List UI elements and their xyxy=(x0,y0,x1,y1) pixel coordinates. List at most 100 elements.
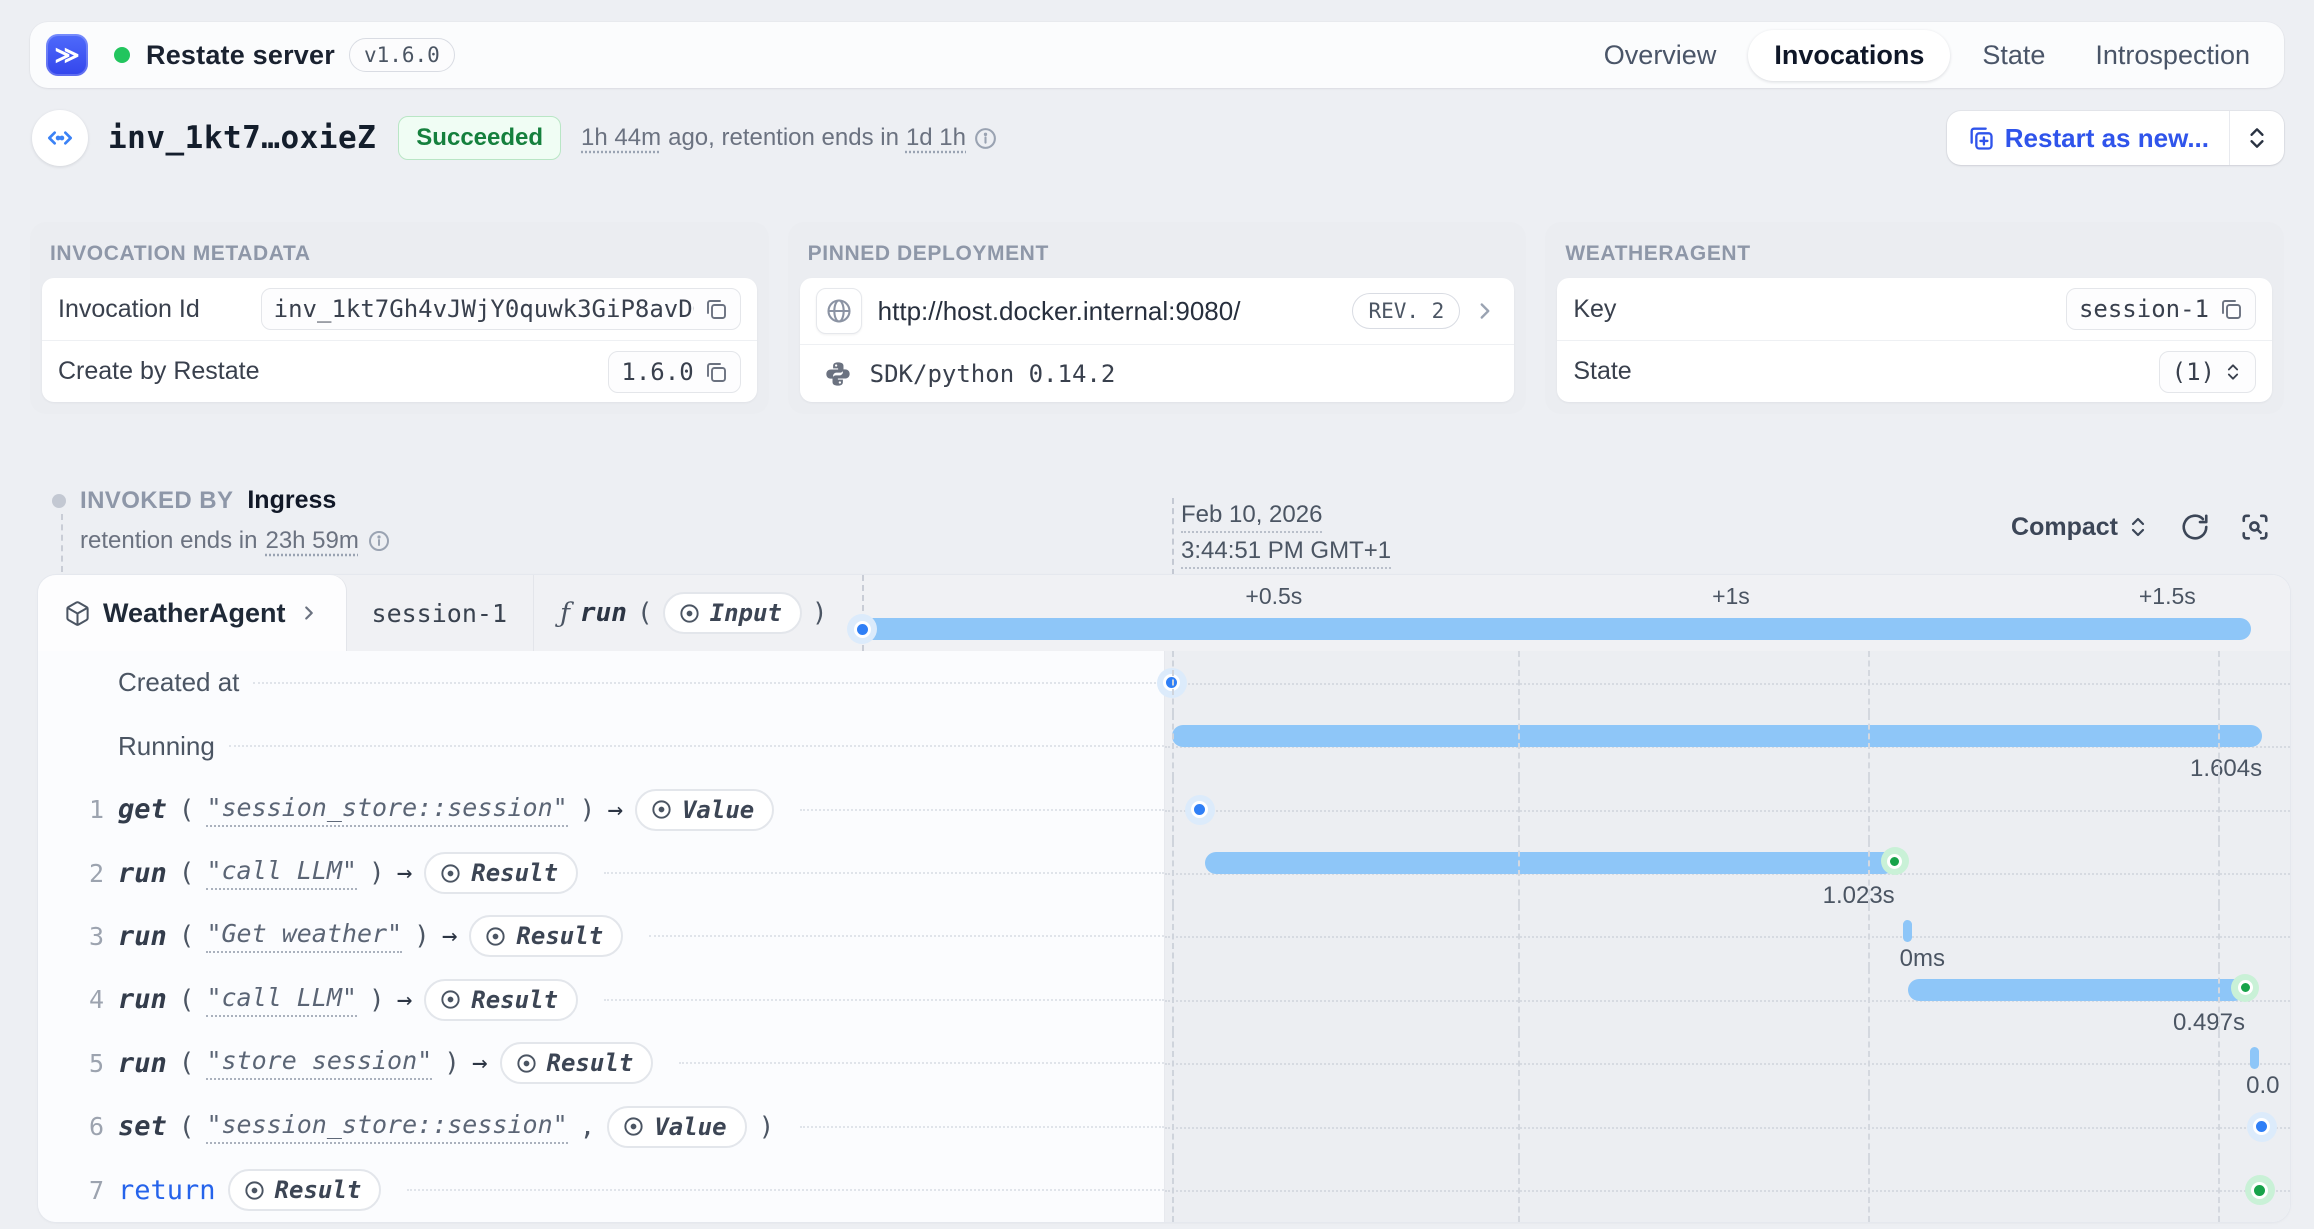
code-return-keyword: return xyxy=(118,1175,216,1206)
timeline-start-timestamp[interactable]: Feb 10, 2026 3:44:51 PM GMT+1 xyxy=(1181,500,1391,572)
timeline-time: 3:44:51 PM GMT+1 xyxy=(1181,536,1391,569)
meta-retention[interactable]: 1d 1h xyxy=(906,124,966,152)
code-string-arg[interactable]: "session_store::session" xyxy=(206,793,567,827)
tab-state[interactable]: State xyxy=(1964,30,2063,81)
result-pill[interactable]: Result xyxy=(228,1169,382,1211)
trace-row-timeline-cell xyxy=(1165,778,2290,841)
timeline-leader-line xyxy=(1165,683,2290,685)
arrow-icon: → xyxy=(397,985,413,1015)
metadata-label: Invocation Id xyxy=(58,295,200,324)
globe-icon xyxy=(816,288,862,334)
copy-icon[interactable] xyxy=(704,360,728,384)
timeline-gridline xyxy=(1868,1095,1870,1158)
meta-ago[interactable]: 1h 44m xyxy=(581,124,661,152)
invoked-by-value: Ingress xyxy=(247,486,336,515)
timeline-gridline xyxy=(1868,1032,1870,1095)
restart-as-new-button[interactable]: Restart as new... xyxy=(1947,111,2229,165)
eye-icon xyxy=(439,862,462,885)
tab-invocations[interactable]: Invocations xyxy=(1748,30,1950,81)
restart-options-caret[interactable] xyxy=(2229,111,2284,165)
code-punctuation: ) xyxy=(414,921,430,951)
service-rows: Key session-1 State (1) xyxy=(1557,278,2272,402)
trace-row-label-cell: 1get("session_store::session")→Value xyxy=(38,778,1165,841)
info-icon[interactable] xyxy=(367,529,391,553)
deployment-endpoint-row[interactable]: http://host.docker.internal:9080/ REV. 2 xyxy=(800,278,1515,344)
timeline-gridline xyxy=(1518,714,1520,777)
eye-icon xyxy=(515,1052,538,1075)
state-toggle[interactable]: (1) xyxy=(2159,351,2256,393)
service-tab[interactable]: WeatherAgent xyxy=(38,575,346,651)
chevron-right-icon xyxy=(298,602,320,624)
code-punctuation: ( xyxy=(179,1112,195,1142)
result-pill[interactable]: Result xyxy=(424,979,578,1021)
invocation-span-bar[interactable] xyxy=(862,618,2251,640)
timeline-gridline xyxy=(2218,778,2220,841)
copy-icon[interactable] xyxy=(704,297,728,321)
eye-icon xyxy=(484,925,507,948)
service-key-segment[interactable]: session-1 xyxy=(346,575,534,651)
timeline-gridline xyxy=(2218,968,2220,1031)
input-pill[interactable]: Input xyxy=(663,592,802,634)
row-number: 1 xyxy=(78,795,104,824)
trace-row-timeline-cell: 0.497s xyxy=(1165,968,2290,1031)
duration-bar-tiny[interactable] xyxy=(1903,920,1912,942)
timeline-gridline xyxy=(2218,1095,2220,1158)
timeline-gridline xyxy=(2218,714,2220,777)
code-string-arg[interactable]: "call LLM" xyxy=(206,983,357,1017)
info-icon[interactable] xyxy=(973,126,998,151)
axis-tick-label: +0.5s xyxy=(1245,583,1302,610)
timeline-gridline xyxy=(1518,651,1520,714)
event-dot[interactable] xyxy=(2247,1112,2277,1142)
restate-logo[interactable]: ≫ xyxy=(46,34,88,76)
timeline-mode-select[interactable]: Compact xyxy=(2011,513,2150,542)
duration-bar[interactable] xyxy=(1205,852,1895,874)
version-badge: v1.6.0 xyxy=(349,38,455,72)
metadata-rows: Invocation Idinv_1kt7Gh4vJWjY0quwk3GiP8a… xyxy=(42,278,757,402)
tab-introspection[interactable]: Introspection xyxy=(2077,30,2268,81)
chevrons-up-down-icon xyxy=(2244,125,2270,151)
axis-tick-label: +1.5s xyxy=(2139,583,2196,610)
value-pill[interactable]: Value xyxy=(607,1106,746,1148)
tab-overview[interactable]: Overview xyxy=(1586,30,1735,81)
code-string-arg[interactable]: "call LLM" xyxy=(206,856,357,890)
duration-bar[interactable] xyxy=(1908,979,2246,1001)
refresh-icon[interactable] xyxy=(2180,512,2210,542)
copy-icon[interactable] xyxy=(2219,297,2243,321)
value-pill[interactable]: Value xyxy=(635,789,774,831)
timeline-gridline xyxy=(1518,1159,1520,1222)
retention-value[interactable]: 23h 59m xyxy=(265,527,358,555)
card-title: INVOCATION METADATA xyxy=(50,242,749,266)
duration-bar[interactable] xyxy=(1172,725,2262,747)
code-string-arg[interactable]: "Get weather" xyxy=(206,919,402,953)
duration-bar-tiny[interactable] xyxy=(2250,1047,2259,1069)
timeline-leader-line xyxy=(1165,1063,2290,1065)
eye-icon xyxy=(439,988,462,1011)
invocation-code-icon[interactable] xyxy=(32,110,88,166)
arrow-icon: → xyxy=(442,921,458,951)
dotted-leader xyxy=(604,999,1164,1001)
code-keyword: set xyxy=(118,1111,167,1142)
card-title: PINNED DEPLOYMENT xyxy=(808,242,1507,266)
trace-panel: WeatherAgent session-1 ƒ run ( Input ) +… xyxy=(38,575,2290,1222)
completion-dot[interactable] xyxy=(1881,847,1909,875)
app-title: Restate server xyxy=(146,40,335,71)
code-keyword: run xyxy=(118,984,167,1015)
completion-dot[interactable] xyxy=(2231,974,2259,1002)
result-pill[interactable]: Result xyxy=(469,915,623,957)
dotted-leader xyxy=(604,872,1164,874)
chevron-right-icon[interactable] xyxy=(1472,298,1498,324)
result-pill[interactable]: Result xyxy=(500,1042,654,1084)
row-number: 7 xyxy=(78,1176,104,1205)
code-string-arg[interactable]: "session_store::session" xyxy=(206,1110,567,1144)
timeline-zero-line xyxy=(1172,905,1174,968)
code-string-arg[interactable]: "store session" xyxy=(206,1046,432,1080)
invocation-title-row: inv_1kt7…oxieZ Succeeded 1h 44m ago, ret… xyxy=(32,108,2284,168)
python-icon xyxy=(824,360,852,388)
event-dot[interactable] xyxy=(1185,795,1215,825)
span-start-marker[interactable] xyxy=(847,614,877,644)
event-dot[interactable] xyxy=(2245,1175,2275,1205)
cube-icon xyxy=(64,600,91,627)
result-pill[interactable]: Result xyxy=(424,852,578,894)
eye-icon xyxy=(650,798,673,821)
scan-search-icon[interactable] xyxy=(2240,512,2270,542)
